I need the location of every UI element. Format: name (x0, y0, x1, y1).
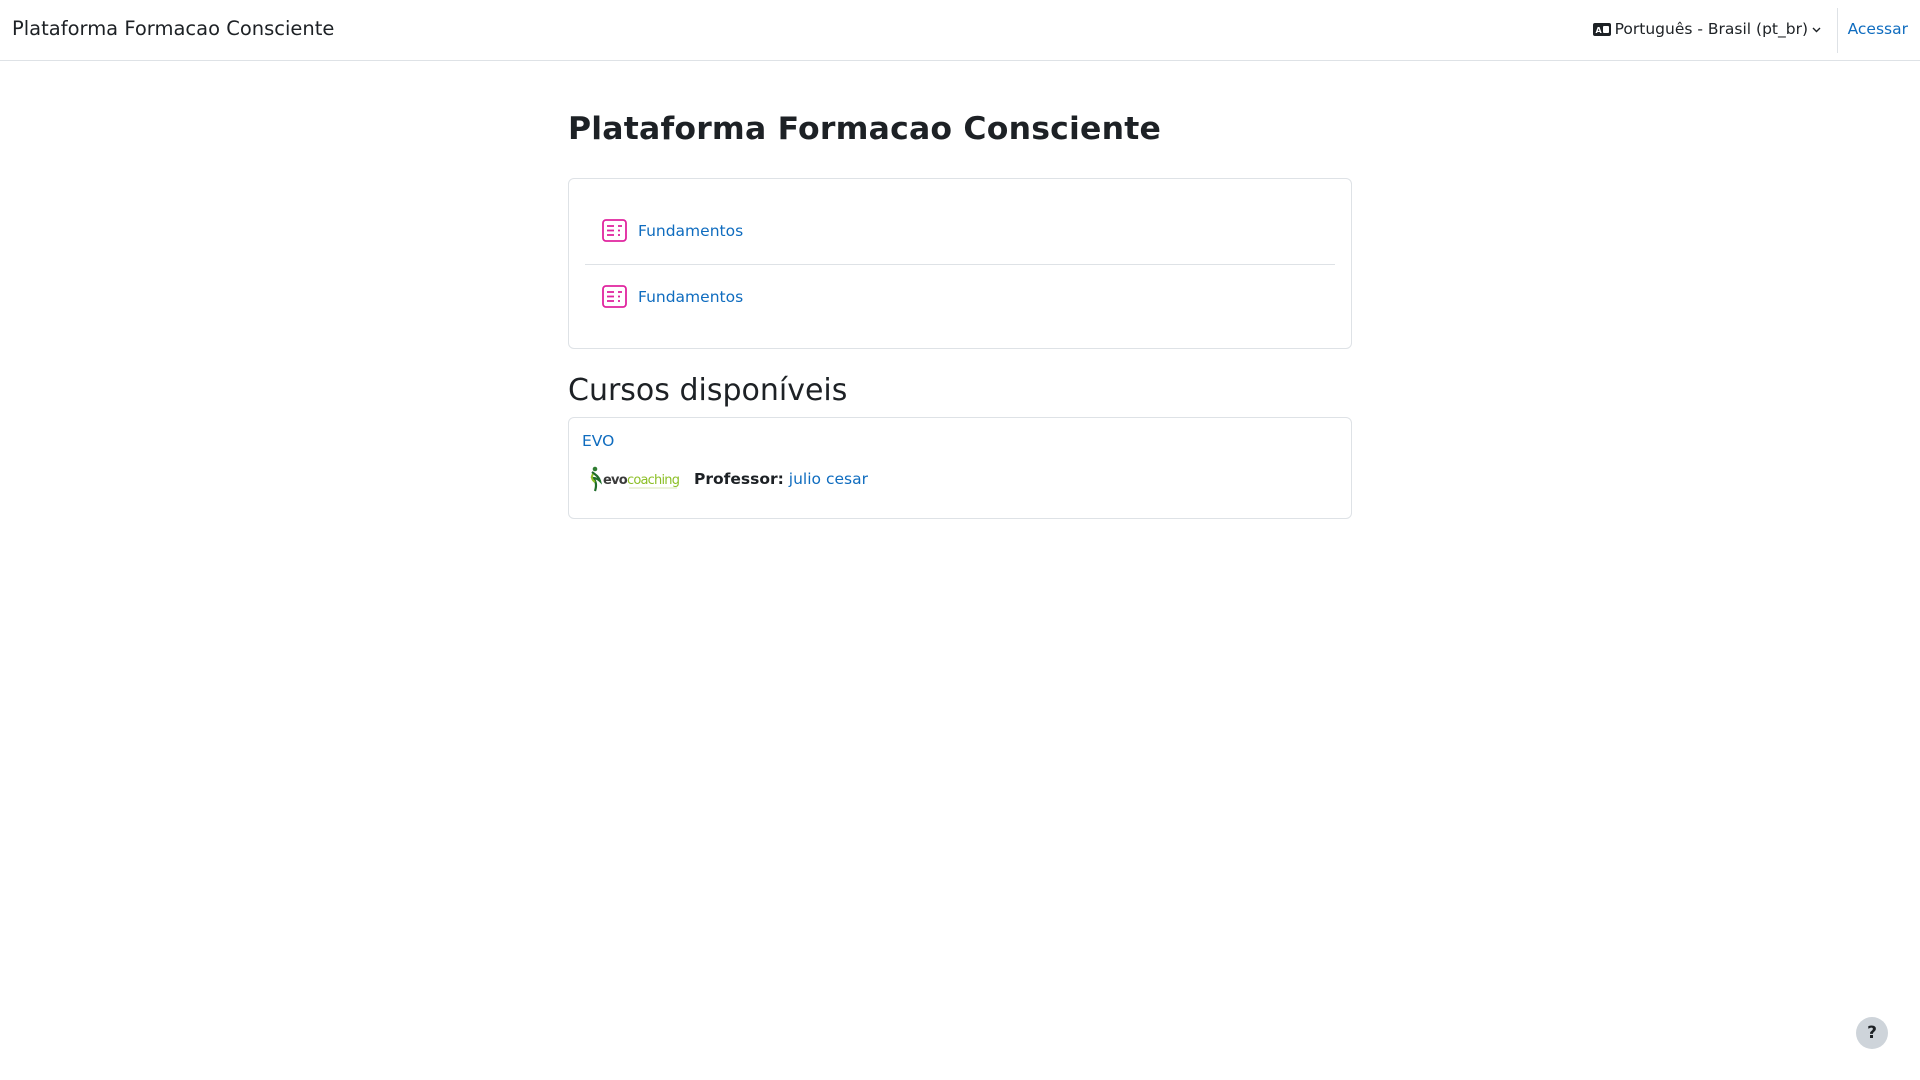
teacher-name-link[interactable]: julio cesar (789, 470, 868, 488)
course-summary: evo coaching Professor: julio cesar (582, 463, 1338, 495)
teacher-label: Professor: (694, 470, 784, 488)
svg-text:coaching: coaching (627, 473, 679, 488)
page-title: Plataforma Formacao Consciente (568, 111, 1162, 147)
svg-text:A: A (1595, 26, 1602, 35)
activity-divider (585, 264, 1335, 265)
site-activities: Fundamentos Fundamentos (568, 178, 1352, 349)
main-content: Plataforma Formacao Consciente Fundament… (568, 110, 1352, 519)
page-icon (602, 285, 627, 308)
activity-item[interactable]: Fundamentos (585, 283, 1335, 310)
courses-heading: Cursos disponíveis (568, 373, 848, 408)
activity-link[interactable]: Fundamentos (638, 288, 743, 306)
course-logo-image[interactable]: evo coaching (589, 463, 679, 495)
language-icon: A (1592, 22, 1611, 36)
login-link[interactable]: Acessar (1848, 20, 1908, 38)
activity-link[interactable]: Fundamentos (638, 222, 743, 240)
chevron-down-icon (1812, 26, 1821, 33)
navbar-divider (1837, 8, 1838, 53)
help-button[interactable]: ? (1856, 1017, 1888, 1049)
course-teacher: Professor: julio cesar (694, 470, 868, 488)
course-card: EVO evo coaching Professor: julio cesar (568, 417, 1352, 519)
svg-text:evo: evo (603, 473, 628, 488)
site-name-link[interactable]: Plataforma Formacao Consciente (12, 17, 334, 40)
page-icon (602, 219, 627, 242)
language-label: Português - Brasil (pt_br) (1614, 20, 1808, 38)
activity-item[interactable]: Fundamentos (585, 217, 1335, 244)
top-navbar: Plataforma Formacao Consciente A Portugu… (0, 0, 1920, 61)
course-name-link[interactable]: EVO (582, 432, 614, 450)
language-menu[interactable]: A Português - Brasil (pt_br) (1592, 20, 1821, 38)
